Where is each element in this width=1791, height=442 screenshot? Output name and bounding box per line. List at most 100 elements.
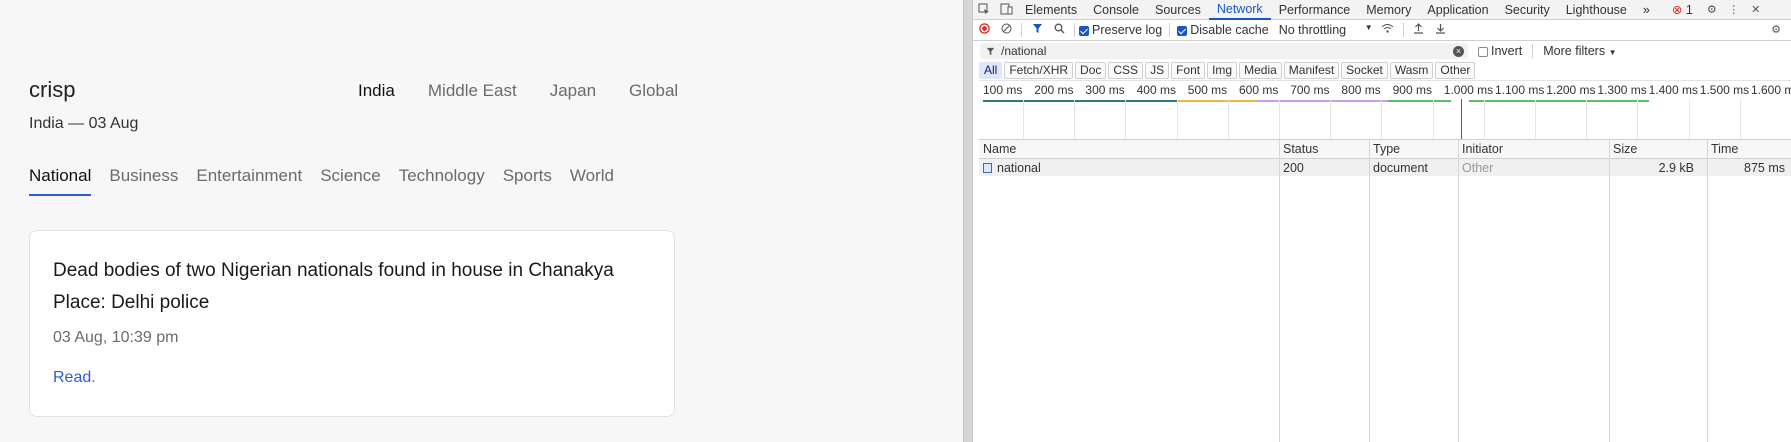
- column-name[interactable]: Name: [979, 140, 1016, 158]
- type-media[interactable]: Media: [1239, 62, 1282, 79]
- clear-filter-icon[interactable]: ×: [1453, 45, 1464, 57]
- error-count: 1: [1685, 3, 1693, 17]
- timeline-gridline: [1330, 99, 1332, 139]
- article-time: 03 Aug, 10:39 pm: [53, 329, 179, 346]
- request-initiator: Other: [1462, 161, 1494, 175]
- column-type[interactable]: Type: [1369, 140, 1400, 158]
- tab-memory[interactable]: Memory: [1358, 0, 1419, 20]
- type-socket[interactable]: Socket: [1341, 62, 1388, 79]
- type-css[interactable]: CSS: [1108, 62, 1144, 79]
- throttling-value: No throttling: [1278, 23, 1347, 37]
- inspect-element-icon[interactable]: [977, 3, 991, 17]
- network-settings-icon[interactable]: ⚙: [1769, 23, 1783, 37]
- type-fetch-xhr[interactable]: Fetch/XHR: [1004, 62, 1074, 79]
- timeline-bar-receive: [1388, 100, 1451, 102]
- category-world[interactable]: World: [570, 166, 614, 196]
- type-doc[interactable]: Doc: [1075, 62, 1107, 79]
- request-type: document: [1373, 161, 1428, 175]
- toolbar-divider: [1402, 23, 1404, 37]
- tab-network[interactable]: Network: [1208, 0, 1271, 20]
- timeline-gridline: [1279, 99, 1280, 139]
- tab-sources[interactable]: Sources: [1147, 0, 1209, 20]
- region-middle-east[interactable]: Middle East: [428, 81, 517, 101]
- invert-checkbox[interactable]: Invert: [1478, 44, 1522, 58]
- column-initiator[interactable]: Initiator: [1458, 140, 1503, 158]
- tab-elements[interactable]: Elements: [1017, 0, 1085, 20]
- import-har-icon[interactable]: [1412, 23, 1426, 37]
- table-row[interactable]: national 200 document Other 2.9 kB 875 m…: [979, 159, 1791, 176]
- column-time[interactable]: Time: [1707, 140, 1738, 158]
- disable-cache-checkbox[interactable]: Disable cache: [1177, 23, 1269, 37]
- filter-funnel-icon: [986, 47, 995, 55]
- tab-application[interactable]: Application: [1419, 0, 1496, 20]
- category-national[interactable]: National: [29, 166, 92, 196]
- error-icon: ⊗: [1671, 3, 1683, 17]
- filter-icon[interactable]: [1030, 23, 1044, 37]
- timeline-bar-waiting: [1178, 100, 1258, 102]
- tab-lighthouse[interactable]: Lighthouse: [1558, 0, 1635, 20]
- timeline-tick-label: 800 ms: [1341, 83, 1381, 97]
- category-entertainment[interactable]: Entertainment: [196, 166, 302, 196]
- clear-icon[interactable]: [999, 23, 1013, 37]
- timeline-gridline: [1176, 99, 1178, 139]
- close-devtools-icon[interactable]: ✕: [1749, 3, 1763, 17]
- timeline-gridline: [1739, 99, 1741, 139]
- timeline-tick-label: 100 ms: [983, 83, 1023, 97]
- more-filters-label: More filters: [1543, 44, 1606, 58]
- timeline-tick-label: 1.100 ms: [1495, 83, 1545, 97]
- column-divider[interactable]: [1279, 140, 1280, 442]
- type-js[interactable]: JS: [1145, 62, 1170, 79]
- tab-security[interactable]: Security: [1497, 0, 1558, 20]
- timeline-gridline: [1432, 99, 1434, 139]
- toolbar-divider: [1074, 23, 1075, 37]
- type-img[interactable]: Img: [1207, 62, 1238, 79]
- settings-gear-icon[interactable]: ⚙: [1705, 3, 1719, 17]
- more-filters-dropdown[interactable]: More filters ▼: [1543, 44, 1616, 58]
- search-icon[interactable]: [1052, 23, 1066, 37]
- column-divider[interactable]: [1707, 140, 1708, 442]
- kebab-menu-icon[interactable]: ⋮: [1727, 3, 1741, 17]
- category-technology[interactable]: Technology: [399, 166, 485, 196]
- throttling-select[interactable]: No throttling ▼: [1279, 23, 1373, 37]
- column-status[interactable]: Status: [1279, 140, 1318, 158]
- request-size: 2.9 kB: [1658, 161, 1694, 175]
- preserve-log-checkbox[interactable]: Preserve log: [1079, 23, 1162, 37]
- type-manifest[interactable]: Manifest: [1283, 62, 1340, 79]
- filter-input[interactable]: /national ×: [980, 43, 1468, 59]
- region-global[interactable]: Global: [629, 81, 678, 101]
- region-japan[interactable]: Japan: [550, 81, 596, 101]
- region-india[interactable]: India: [358, 81, 395, 101]
- timeline-gridline: [1535, 99, 1536, 139]
- more-tabs-button[interactable]: »: [1635, 0, 1658, 20]
- tab-performance[interactable]: Performance: [1271, 0, 1359, 20]
- column-size[interactable]: Size: [1609, 140, 1637, 158]
- tab-console[interactable]: Console: [1085, 0, 1147, 20]
- disable-cache-label: Disable cache: [1190, 23, 1269, 37]
- request-name-cell: national: [979, 159, 1041, 176]
- export-har-icon[interactable]: [1434, 23, 1448, 37]
- type-font[interactable]: Font: [1171, 62, 1206, 79]
- type-other[interactable]: Other: [1435, 62, 1476, 79]
- network-overview-timeline[interactable]: 100 ms 200 ms 300 ms 400 ms 500 ms 600 ms 700 …: [979, 80, 1791, 140]
- timeline-gridline: [1227, 99, 1229, 139]
- type-all[interactable]: All: [979, 62, 1003, 79]
- timeline-gridline: [1125, 99, 1127, 139]
- column-divider[interactable]: [1458, 140, 1459, 442]
- category-business[interactable]: Business: [109, 166, 178, 196]
- device-toolbar-icon[interactable]: [999, 3, 1013, 17]
- document-icon: [983, 163, 992, 173]
- panel-splitter[interactable]: [963, 0, 973, 442]
- column-divider[interactable]: [1609, 140, 1610, 442]
- error-counter[interactable]: ⊗ 1: [1672, 2, 1693, 17]
- read-link[interactable]: Read.: [53, 369, 96, 387]
- timeline-tick-label: 500 ms: [1187, 83, 1228, 97]
- column-divider[interactable]: [1369, 140, 1370, 442]
- category-sports[interactable]: Sports: [503, 166, 552, 196]
- timeline-gridline: [1483, 99, 1485, 139]
- category-science[interactable]: Science: [320, 166, 380, 196]
- record-icon[interactable]: [977, 23, 991, 37]
- dateline: India — 03 Aug: [29, 115, 139, 132]
- type-wasm[interactable]: Wasm: [1389, 62, 1434, 79]
- network-conditions-icon[interactable]: [1381, 23, 1395, 37]
- app-logo[interactable]: crisp: [29, 77, 75, 103]
